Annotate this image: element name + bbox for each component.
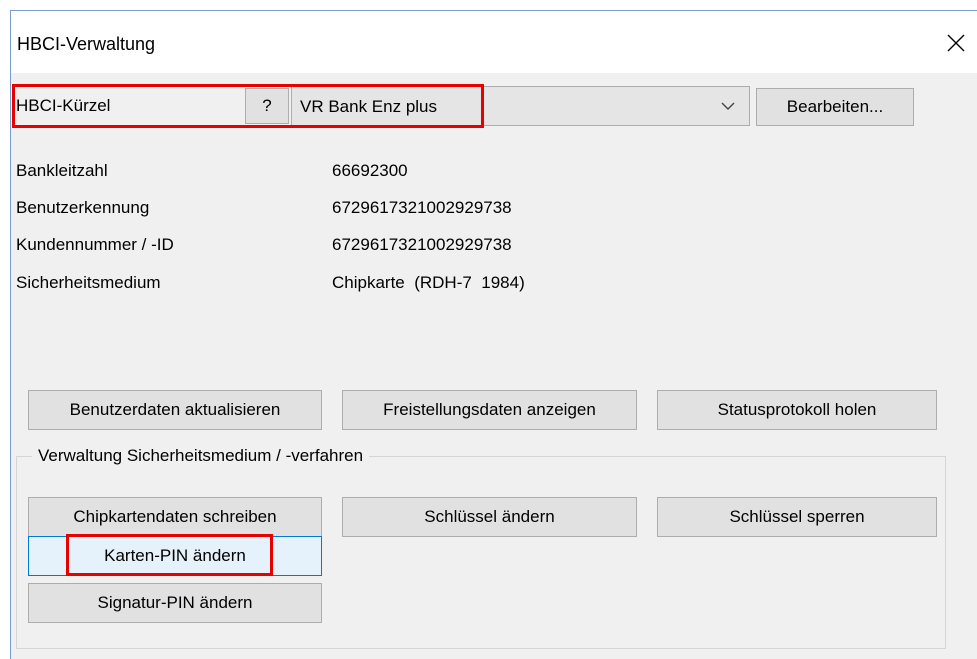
title-bar: HBCI-Verwaltung — [11, 11, 977, 73]
kundennummer-label: Kundennummer / -ID — [16, 235, 174, 254]
bankleitzahl-value: 66692300 — [332, 161, 408, 180]
sicherheitsmedium-label: Sicherheitsmedium — [16, 273, 161, 292]
edit-button[interactable]: Bearbeiten... — [756, 88, 914, 126]
lock-key-button[interactable]: Schlüssel sperren — [657, 497, 937, 537]
change-key-button[interactable]: Schlüssel ändern — [342, 497, 637, 537]
change-signature-pin-button[interactable]: Signatur-PIN ändern — [28, 583, 322, 623]
write-chipcard-data-button[interactable]: Chipkartendaten schreiben — [28, 497, 322, 537]
close-button[interactable] — [934, 23, 977, 63]
show-exemption-data-button[interactable]: Freistellungsdaten anzeigen — [342, 390, 637, 430]
benutzerkennung-label: Benutzerkennung — [16, 198, 150, 217]
hbci-kuerzel-combobox[interactable]: VR Bank Enz plus — [291, 86, 750, 126]
combo-selected-value: VR Bank Enz plus — [300, 97, 438, 116]
security-group-title: Verwaltung Sicherheitsmedium / -verfahre… — [32, 446, 370, 466]
bankleitzahl-label: Bankleitzahl — [16, 161, 108, 180]
sicherheitsmedium-value: Chipkarte (RDH-7 1984) — [332, 273, 525, 292]
help-button[interactable]: ? — [245, 88, 289, 124]
window-title: HBCI-Verwaltung — [17, 34, 156, 54]
close-icon — [947, 34, 965, 52]
update-user-data-button[interactable]: Benutzerdaten aktualisieren — [28, 390, 322, 430]
chevron-down-icon — [721, 102, 735, 110]
hbci-kuerzel-label: HBCI-Kürzel — [16, 96, 111, 115]
benutzerkennung-value: 6729617321002929738 — [332, 198, 512, 217]
get-status-log-button[interactable]: Statusprotokoll holen — [657, 390, 937, 430]
kundennummer-value: 6729617321002929738 — [332, 235, 512, 254]
change-card-pin-button[interactable]: Karten-PIN ändern — [28, 536, 322, 576]
